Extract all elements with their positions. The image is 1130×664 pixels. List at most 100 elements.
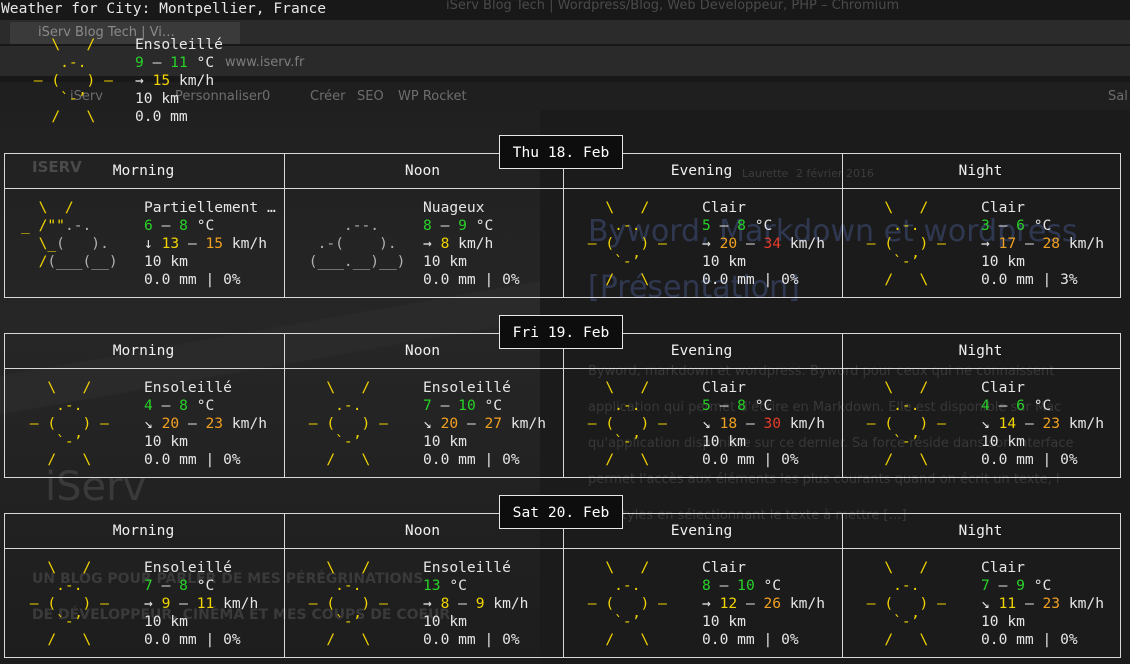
slot-wind: → 17 ― 28 km/h — [981, 235, 1105, 252]
slot-precipitation: 0.0 mm | 0% — [423, 271, 520, 288]
slot-precipitation: 0.0 mm | 0% — [702, 451, 799, 468]
slot-visibility: 10 km — [981, 433, 1025, 450]
forecast-slot-evening: Clair 5 ― 8 °C → 20 ― 34 km/h 10 km 0.0 … — [702, 199, 825, 289]
current-temp-unit: °C — [196, 54, 215, 71]
slot-description: Partiellement … — [144, 199, 276, 216]
forecast-slot-noon: Ensoleillé 13 °C → 8 ― 9 km/h 10 km 0.0 … — [423, 559, 528, 649]
period-label-morning: Morning — [112, 342, 175, 359]
slot-description: Clair — [702, 379, 746, 396]
slot-temperature: 13 °C — [423, 577, 467, 594]
slot-precipitation: 0.0 mm | 3% — [981, 271, 1078, 288]
cloud-ascii-icon: .--. .-( ). (___.__)__) — [300, 217, 415, 270]
slot-precipitation: 0.0 mm | 0% — [702, 631, 799, 648]
sun-ascii-icon: \ / .-. ― ( ) ― `-’ / \ — [579, 199, 685, 288]
slot-temperature: 7 ― 10 °C — [423, 397, 503, 414]
current-wind-unit: km/h — [178, 72, 215, 89]
partly-cloudy-ascii-icon: \ / _ /"".-. \_( ). /(___(__) — [21, 199, 127, 270]
slot-temperature: 6 ― 8 °C — [144, 217, 215, 234]
slot-wind: → 20 ― 34 km/h — [702, 235, 826, 252]
terminal-window[interactable]: Weather for City: Montpellier, France \ … — [0, 0, 1130, 664]
slot-temperature: 8 ― 9 °C — [423, 217, 494, 234]
current-wind-arrow: → — [135, 72, 144, 89]
day-label: Fri 19. Feb — [499, 315, 623, 349]
slot-precipitation: 0.0 mm | 0% — [144, 631, 241, 648]
sun-ascii-icon: \ / .-. ― ( ) ― `-’ / \ — [579, 379, 685, 468]
slot-visibility: 10 km — [981, 253, 1025, 270]
slot-description: Ensoleillé — [423, 559, 511, 576]
slot-visibility: 10 km — [423, 433, 467, 450]
period-label-morning: Morning — [112, 162, 175, 179]
slot-visibility: 10 km — [702, 433, 746, 450]
forecast-slot-morning: Ensoleillé 4 ― 8 °C ↘ 20 ― 23 km/h 10 km… — [144, 379, 267, 469]
slot-wind: → 8 ― 9 km/h — [423, 595, 529, 612]
header-divider — [5, 548, 1120, 549]
slot-visibility: 10 km — [144, 433, 188, 450]
slot-precipitation: 0.0 mm | 0% — [144, 451, 241, 468]
forecast-slot-night: Clair 7 ― 9 °C ↘ 11 ― 23 km/h 10 km 0.0 … — [981, 559, 1104, 649]
slot-wind: ↘ 20 ― 23 km/h — [144, 415, 268, 432]
slot-temperature: 7 ― 8 °C — [144, 577, 215, 594]
slot-wind: ↘ 20 ― 27 km/h — [423, 415, 547, 432]
forecast-slot-morning: Partiellement … 6 ― 8 °C ↓ 13 ― 15 km/h … — [144, 199, 276, 289]
current-conditions: Ensoleillé 9 ― 11 °C → 15 km/h 10 km 0.0… — [135, 36, 223, 125]
day-label: Sat 20. Feb — [499, 495, 623, 529]
slot-visibility: 10 km — [423, 253, 467, 270]
slot-precipitation: 0.0 mm | 0% — [981, 451, 1078, 468]
period-label-night: Night — [958, 162, 1003, 179]
header-divider — [5, 368, 1120, 369]
slot-description: Ensoleillé — [144, 379, 232, 396]
slot-wind: → 12 ― 26 km/h — [702, 595, 826, 612]
current-temp-high: 11 — [170, 54, 188, 71]
sun-ascii-icon: \ / .-. ― ( ) ― `-’ / \ — [300, 379, 406, 468]
weather-title: Weather for City: Montpellier, France — [1, 0, 327, 17]
forecast-slot-evening: Clair 5 ― 8 °C ↘ 18 ― 30 km/h 10 km 0.0 … — [702, 379, 825, 469]
current-temp-low: 9 — [135, 54, 144, 71]
sun-ascii-icon: \ / .-. ― ( ) ― `-’ / \ — [858, 379, 964, 468]
slot-visibility: 10 km — [144, 253, 188, 270]
slot-description: Clair — [702, 559, 746, 576]
slot-description: Clair — [981, 379, 1025, 396]
slot-precipitation: 0.0 mm | 0% — [423, 631, 520, 648]
sun-ascii-icon: \ / .-. ― ( ) ― `-’ / \ — [858, 559, 964, 648]
slot-precipitation: 0.0 mm | 0% — [702, 271, 799, 288]
slot-description: Nuageux — [423, 199, 485, 216]
sun-ascii-icon: \ / .-. ― ( ) ― `-’ / \ — [300, 559, 406, 648]
slot-precipitation: 0.0 mm | 0% — [981, 631, 1078, 648]
period-label-night: Night — [958, 522, 1003, 539]
slot-description: Clair — [981, 199, 1025, 216]
sun-ascii-icon: \ / .-. ― ( ) ― `-’ / \ — [25, 36, 131, 125]
sun-ascii-icon: \ / .-. ― ( ) ― `-’ / \ — [579, 559, 685, 648]
header-divider — [5, 188, 1120, 189]
slot-description: Ensoleillé — [423, 379, 511, 396]
slot-wind: ↓ 13 ― 15 km/h — [144, 235, 268, 252]
forecast-slot-noon: Nuageux 8 ― 9 °C → 8 km/h 10 km 0.0 mm |… — [423, 199, 520, 289]
forecast-slot-night: Clair 4 ― 6 °C ↘ 14 ― 23 km/h 10 km 0.0 … — [981, 379, 1104, 469]
slot-temperature: 4 ― 8 °C — [144, 397, 215, 414]
slot-description: Ensoleillé — [144, 559, 232, 576]
slot-visibility: 10 km — [981, 613, 1025, 630]
slot-visibility: 10 km — [702, 253, 746, 270]
slot-wind: ↘ 11 ― 23 km/h — [981, 595, 1105, 612]
forecast-slot-evening: Clair 8 ― 10 °C → 12 ― 26 km/h 10 km 0.0… — [702, 559, 825, 649]
slot-wind: ↘ 14 ― 23 km/h — [981, 415, 1105, 432]
slot-wind: → 9 ― 11 km/h — [144, 595, 259, 612]
sun-ascii-icon: \ / .-. ― ( ) ― `-’ / \ — [21, 379, 127, 468]
slot-temperature: 4 ― 6 °C — [981, 397, 1052, 414]
slot-visibility: 10 km — [144, 613, 188, 630]
current-precip: 0.0 mm — [135, 108, 188, 125]
forecast-slot-morning: Ensoleillé 7 ― 8 °C → 9 ― 11 km/h 10 km … — [144, 559, 258, 649]
slot-wind: ↘ 18 ― 30 km/h — [702, 415, 826, 432]
slot-precipitation: 0.0 mm | 0% — [423, 451, 520, 468]
current-wind: 15 — [152, 72, 171, 89]
sun-ascii-icon: \ / .-. ― ( ) ― `-’ / \ — [858, 199, 964, 288]
current-description: Ensoleillé — [135, 36, 223, 53]
slot-temperature: 5 ― 8 °C — [702, 397, 773, 414]
slot-wind: → 8 km/h — [423, 235, 494, 252]
slot-temperature: 3 ― 6 °C — [981, 217, 1052, 234]
slot-visibility: 10 km — [423, 613, 467, 630]
day-label: Thu 18. Feb — [499, 135, 623, 169]
slot-temperature: 5 ― 8 °C — [702, 217, 773, 234]
slot-visibility: 10 km — [702, 613, 746, 630]
forecast-slot-noon: Ensoleillé 7 ― 10 °C ↘ 20 ― 27 km/h 10 k… — [423, 379, 546, 469]
period-label-morning: Morning — [112, 522, 175, 539]
